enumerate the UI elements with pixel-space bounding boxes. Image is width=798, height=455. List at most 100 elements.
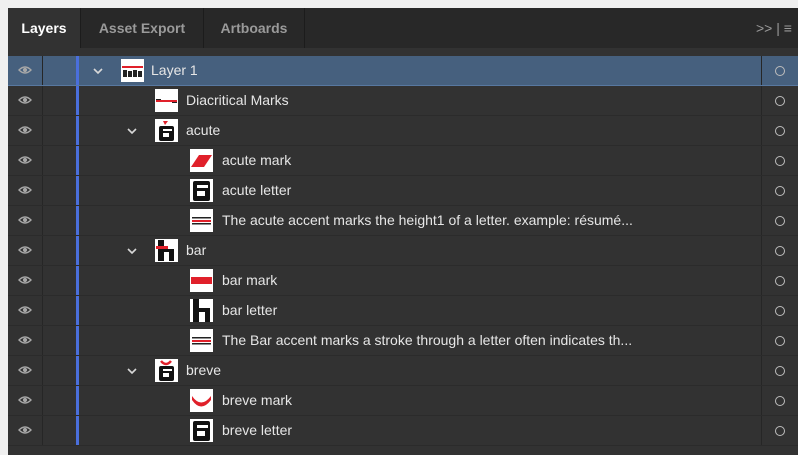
lock-toggle[interactable]: [43, 356, 73, 385]
target-button[interactable]: [762, 116, 798, 145]
layer-row-breve-mark[interactable]: breve mark: [8, 386, 798, 416]
visibility-toggle[interactable]: [8, 386, 42, 415]
target-button[interactable]: [762, 86, 798, 115]
expand-toggle[interactable]: [124, 236, 140, 265]
target-button[interactable]: [762, 236, 798, 265]
lock-toggle[interactable]: [43, 56, 73, 85]
layer-name[interactable]: acute: [186, 116, 220, 145]
chevron-down-icon: [93, 62, 103, 80]
chevron-down-icon: [127, 122, 137, 140]
target-circle-icon: [775, 95, 785, 106]
layer-row-bar[interactable]: bar: [8, 236, 798, 266]
layer-name[interactable]: bar: [186, 236, 206, 265]
layer-name[interactable]: breve letter: [222, 416, 292, 445]
visibility-toggle[interactable]: [8, 266, 42, 295]
target-button[interactable]: [762, 176, 798, 205]
layer-color-bar: [76, 176, 79, 205]
target-circle-icon: [775, 395, 785, 406]
target-button[interactable]: [762, 146, 798, 175]
layer-name[interactable]: bar letter: [222, 296, 277, 325]
eye-icon: [18, 362, 32, 380]
target-circle-icon: [775, 275, 785, 286]
target-button[interactable]: [762, 206, 798, 235]
lock-toggle[interactable]: [43, 326, 73, 355]
lock-toggle[interactable]: [43, 386, 73, 415]
visibility-toggle[interactable]: [8, 326, 42, 355]
lock-toggle[interactable]: [43, 266, 73, 295]
layer-color-bar: [76, 266, 79, 295]
layer-name[interactable]: The Bar accent marks a stroke through a …: [222, 326, 632, 355]
layer-color-bar: [76, 356, 79, 385]
layer-thumbnail: [190, 209, 213, 232]
target-button[interactable]: [762, 416, 798, 445]
eye-icon: [18, 62, 32, 80]
target-button[interactable]: [762, 386, 798, 415]
layer-name[interactable]: acute mark: [222, 146, 291, 175]
layers-panel: Layers Asset Export Artboards >> | ≡ Lay…: [8, 8, 798, 455]
visibility-toggle[interactable]: [8, 86, 42, 115]
visibility-toggle[interactable]: [8, 236, 42, 265]
layer-row-acute-mark[interactable]: acute mark: [8, 146, 798, 176]
layer-name[interactable]: bar mark: [222, 266, 277, 295]
layer-thumbnail: [121, 59, 144, 82]
lock-toggle[interactable]: [43, 416, 73, 445]
eye-icon: [18, 212, 32, 230]
expand-toggle[interactable]: [90, 56, 106, 85]
visibility-toggle[interactable]: [8, 56, 42, 85]
target-button[interactable]: [762, 266, 798, 295]
layer-name[interactable]: Diacritical Marks: [186, 86, 289, 115]
layer-thumbnail: [155, 359, 178, 382]
layer-row-layer-1[interactable]: Layer 1: [8, 56, 798, 86]
layer-name[interactable]: acute letter: [222, 176, 291, 205]
target-circle-icon: [775, 185, 785, 196]
layer-row-acute-letter[interactable]: acute letter: [8, 176, 798, 206]
panel-overflow-menu-button[interactable]: >> | ≡: [756, 8, 792, 48]
visibility-toggle[interactable]: [8, 206, 42, 235]
layer-row-breve-letter[interactable]: breve letter: [8, 416, 798, 446]
visibility-toggle[interactable]: [8, 356, 42, 385]
layer-row-bar-text[interactable]: The Bar accent marks a stroke through a …: [8, 326, 798, 356]
lock-toggle[interactable]: [43, 206, 73, 235]
target-button[interactable]: [762, 356, 798, 385]
layer-name[interactable]: breve: [186, 356, 221, 385]
layer-row-bar-letter[interactable]: bar letter: [8, 296, 798, 326]
lock-toggle[interactable]: [43, 296, 73, 325]
chevron-down-icon: [127, 362, 137, 380]
layer-color-bar: [76, 206, 79, 235]
layer-row-acute-text[interactable]: The acute accent marks the height1 of a …: [8, 206, 798, 236]
layer-name[interactable]: The acute accent marks the height1 of a …: [222, 206, 633, 235]
layer-row-acute[interactable]: acute: [8, 116, 798, 146]
layer-thumbnail: [190, 389, 213, 412]
layer-thumbnail: [190, 419, 213, 442]
visibility-toggle[interactable]: [8, 176, 42, 205]
lock-toggle[interactable]: [43, 236, 73, 265]
target-button[interactable]: [762, 296, 798, 325]
layer-row-bar-mark[interactable]: bar mark: [8, 266, 798, 296]
layer-color-bar: [76, 326, 79, 355]
visibility-toggle[interactable]: [8, 116, 42, 145]
lock-toggle[interactable]: [43, 146, 73, 175]
expand-toggle[interactable]: [124, 356, 140, 385]
layer-thumbnail: [155, 239, 178, 262]
visibility-toggle[interactable]: [8, 296, 42, 325]
layer-color-bar: [76, 236, 79, 265]
visibility-toggle[interactable]: [8, 416, 42, 445]
eye-icon: [18, 422, 32, 440]
layer-name[interactable]: breve mark: [222, 386, 292, 415]
expand-toggle[interactable]: [124, 116, 140, 145]
visibility-toggle[interactable]: [8, 146, 42, 175]
target-button[interactable]: [762, 56, 798, 85]
tab-artboards[interactable]: Artboards: [204, 8, 304, 48]
lock-toggle[interactable]: [43, 86, 73, 115]
layer-color-bar: [76, 416, 79, 445]
layer-name[interactable]: Layer 1: [151, 56, 198, 85]
layer-row-breve[interactable]: breve: [8, 356, 798, 386]
layer-row-diacritical-marks[interactable]: Diacritical Marks: [8, 86, 798, 116]
lock-toggle[interactable]: [43, 116, 73, 145]
tab-asset-export[interactable]: Asset Export: [81, 8, 203, 48]
layer-thumbnail: [190, 299, 213, 322]
tab-layers[interactable]: Layers: [8, 8, 80, 48]
target-button[interactable]: [762, 326, 798, 355]
lock-toggle[interactable]: [43, 176, 73, 205]
eye-icon: [18, 242, 32, 260]
